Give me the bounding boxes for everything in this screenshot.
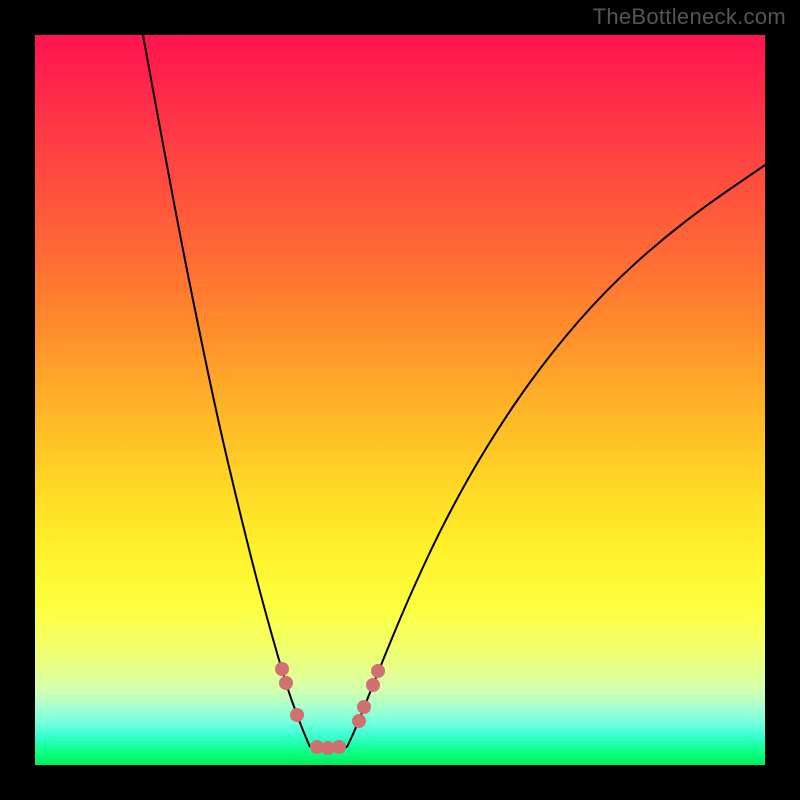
marker-dot [290, 708, 304, 722]
chart-container: TheBottleneck.com [0, 0, 800, 800]
marker-dot [332, 740, 346, 754]
marker-dot [352, 714, 366, 728]
curve-layer [35, 35, 765, 765]
plot-area [35, 35, 765, 765]
attribution-text: TheBottleneck.com [593, 4, 786, 30]
marker-dot [279, 676, 293, 690]
right-curve [347, 165, 765, 747]
marker-dot [275, 662, 289, 676]
highlight-dots [275, 662, 385, 755]
marker-dot [366, 678, 380, 692]
marker-dot [371, 664, 385, 678]
marker-dot [357, 700, 371, 714]
left-curve [143, 35, 310, 747]
